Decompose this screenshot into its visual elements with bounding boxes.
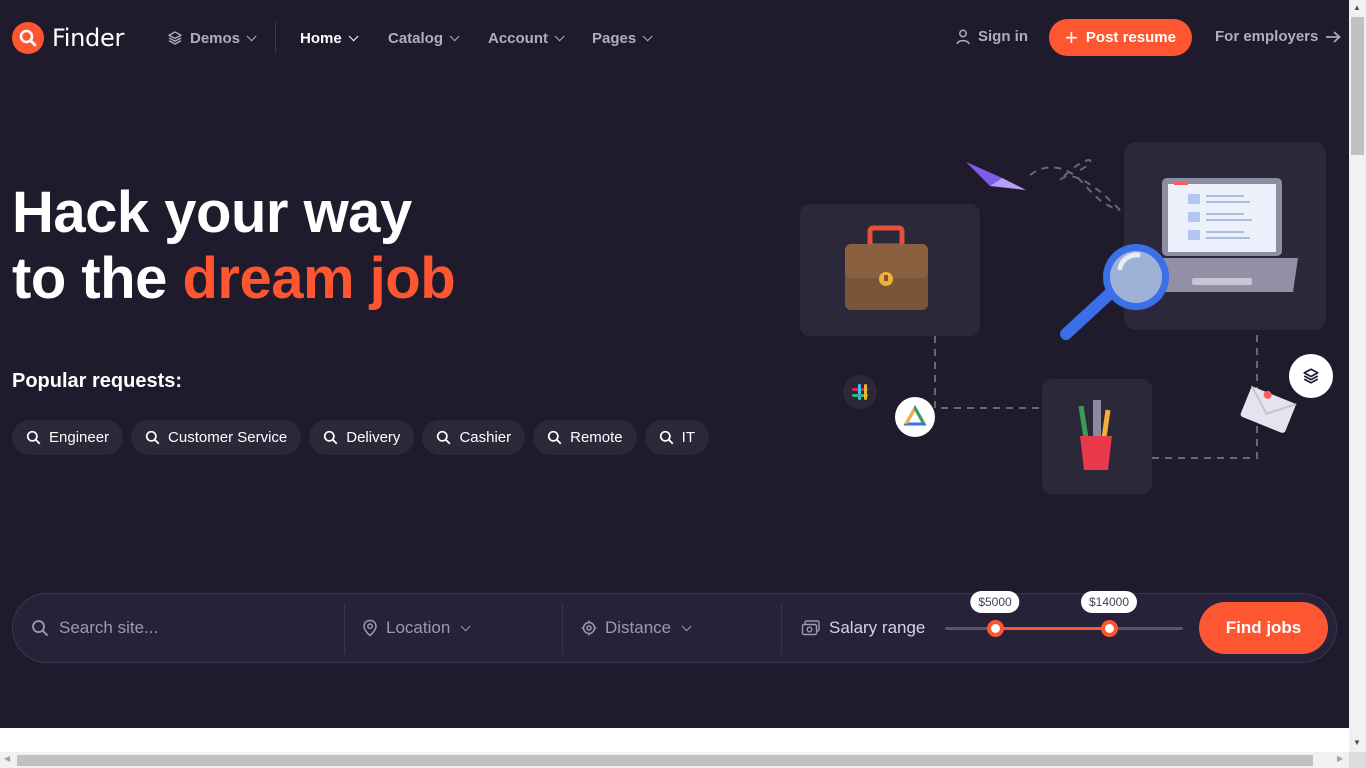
site-header: Finder Demos Home Catalog Account Pages: [0, 0, 1349, 76]
user-icon: [956, 29, 970, 44]
vertical-scroll-thumb[interactable]: [1351, 17, 1364, 155]
salary-max-tooltip: $14000: [1080, 591, 1138, 613]
drive-icon: [895, 397, 935, 437]
popular-requests-list: Engineer Customer Service Delivery Cashi…: [12, 420, 717, 455]
nav-home-label: Home: [300, 29, 342, 47]
for-employers-label: For employers: [1215, 28, 1319, 45]
salary-max-handle[interactable]: $14000: [1080, 591, 1138, 637]
next-section: [0, 728, 1349, 752]
location-select[interactable]: Location: [362, 594, 471, 662]
brand-name: Finder: [52, 24, 125, 52]
hero-title: Hack your way to the dream job: [12, 180, 456, 312]
search-icon: [437, 430, 451, 445]
find-jobs-button[interactable]: Find jobs: [1199, 602, 1328, 654]
chevron-down-icon: [348, 30, 359, 41]
search-icon: [32, 620, 49, 637]
search-divider: [344, 604, 345, 654]
popular-chip[interactable]: Engineer: [12, 420, 124, 455]
hero-illustration: [800, 142, 1326, 494]
chevron-down-icon: [681, 620, 692, 631]
search-icon: [659, 430, 674, 445]
vertical-scrollbar[interactable]: ▲ ▼: [1349, 0, 1366, 752]
scroll-up-icon[interactable]: ▲: [1353, 3, 1361, 12]
chevron-down-icon: [449, 30, 460, 41]
hero-title-line2: to the dream job: [12, 246, 456, 312]
scrollbar-corner: [1349, 752, 1366, 768]
plus-icon: +: [1065, 24, 1078, 50]
hero-title-prefix: to the: [12, 246, 183, 311]
post-resume-button[interactable]: + Post resume: [1049, 19, 1192, 56]
chevron-down-icon: [642, 30, 653, 41]
popular-chip[interactable]: Delivery: [309, 420, 415, 455]
chevron-down-icon: [246, 30, 257, 41]
popular-chip[interactable]: Cashier: [422, 420, 526, 455]
distance-select[interactable]: Distance: [581, 594, 692, 662]
search-input[interactable]: [59, 618, 319, 638]
nav-home[interactable]: Home: [300, 29, 359, 47]
envelope-icon: [1240, 385, 1297, 433]
distance-label: Distance: [605, 618, 672, 637]
nav-catalog[interactable]: Catalog: [388, 29, 460, 47]
sign-in-label: Sign in: [978, 28, 1028, 45]
scroll-right-icon[interactable]: ▶: [1337, 754, 1343, 763]
layers-icon: [168, 31, 182, 45]
nav-account-label: Account: [488, 29, 548, 47]
search-icon: [547, 430, 562, 445]
nav-divider: [275, 22, 276, 54]
popular-chip[interactable]: Customer Service: [131, 420, 302, 455]
popular-chip-label: Delivery: [346, 429, 401, 446]
location-label: Location: [386, 618, 451, 637]
nav-pages[interactable]: Pages: [592, 29, 653, 47]
search-field: [31, 594, 319, 662]
popular-chip-label: Cashier: [459, 429, 512, 446]
layers-icon: [1303, 368, 1319, 384]
post-resume-label: Post resume: [1085, 29, 1176, 46]
horizontal-scroll-thumb[interactable]: [17, 755, 1313, 766]
nav-pages-label: Pages: [592, 29, 637, 47]
popular-chip-label: IT: [681, 429, 695, 446]
scroll-down-icon[interactable]: ▼: [1353, 738, 1361, 747]
chevron-down-icon: [460, 620, 471, 631]
logo-search-icon: [12, 22, 44, 54]
popular-chip-label: Customer Service: [168, 429, 288, 446]
map-pin-icon: [363, 619, 377, 637]
hero-title-accent: dream job: [182, 246, 456, 311]
sign-in-link[interactable]: Sign in: [956, 28, 1028, 45]
scroll-left-icon[interactable]: ◀: [4, 754, 10, 763]
nav-account[interactable]: Account: [488, 29, 565, 47]
popular-chip[interactable]: IT: [644, 420, 709, 455]
target-icon: [581, 620, 597, 636]
salary-range-slider: $5000 $14000: [945, 591, 1183, 637]
salary-range: Salary range: [801, 594, 925, 662]
popular-chip-label: Remote: [570, 429, 623, 446]
brand-logo[interactable]: Finder: [12, 22, 124, 54]
for-employers-link[interactable]: For employers: [1215, 28, 1342, 45]
search-icon: [145, 430, 160, 445]
horizontal-scrollbar[interactable]: ◀ ▶: [0, 752, 1349, 768]
slider-selected-range: [995, 627, 1109, 630]
chevron-down-icon: [554, 30, 565, 41]
paper-plane-icon: [966, 162, 1026, 190]
search-divider: [562, 604, 563, 654]
search-icon: [26, 430, 41, 445]
salary-min-tooltip: $5000: [970, 591, 1020, 613]
salary-min-handle[interactable]: $5000: [970, 591, 1020, 637]
arrow-right-icon: [1326, 30, 1342, 43]
cash-icon: [801, 620, 820, 636]
search-icon: [324, 430, 338, 445]
search-divider: [781, 604, 782, 654]
popular-chip-label: Engineer: [49, 429, 110, 446]
hero-title-line1: Hack your way: [12, 180, 412, 245]
nav-demos[interactable]: Demos: [167, 29, 257, 47]
salary-range-label: Salary range: [829, 618, 926, 637]
popular-chip[interactable]: Remote: [533, 420, 637, 455]
popular-requests-label: Popular requests:: [12, 370, 183, 392]
layers-toggle-button[interactable]: [1289, 354, 1333, 398]
job-search-bar: Location Distance Salary range $5000 $14…: [12, 591, 1337, 663]
nav-demos-label: Demos: [190, 29, 241, 47]
nav-catalog-label: Catalog: [388, 29, 444, 47]
